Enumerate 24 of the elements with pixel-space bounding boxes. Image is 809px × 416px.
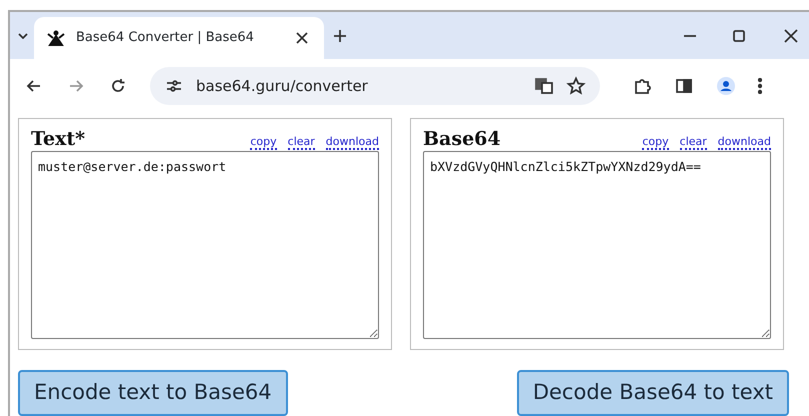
url-text: base64.guru/converter [196, 76, 368, 97]
panel-title: Base64 [423, 127, 501, 152]
panel-title: Text* [31, 127, 86, 152]
convert-button[interactable]: Decode Base64 to text [516, 370, 789, 416]
address-bar[interactable]: base64.guru/converter [150, 67, 600, 106]
convert-button[interactable]: Encode text to Base64 [18, 370, 288, 416]
minimize-icon [683, 34, 697, 37]
menu-button[interactable] [758, 78, 762, 94]
tab-title: Base64 Converter | Base64 [76, 29, 254, 48]
puzzle-icon [632, 76, 652, 96]
extensions-button[interactable] [632, 76, 652, 96]
bookmark-button[interactable] [566, 76, 586, 96]
tab-search-button[interactable] [18, 32, 28, 39]
kebab-menu-icon [758, 78, 762, 94]
profile-button[interactable] [716, 76, 736, 96]
person-icon [716, 76, 736, 96]
star-icon [566, 76, 586, 96]
text-area[interactable]: muster@server.de:passwort [31, 151, 379, 339]
translate-icon [534, 76, 554, 96]
chevron-down-icon [18, 32, 28, 39]
browser-tab[interactable]: Base64 Converter | Base64 [34, 17, 324, 60]
text-area[interactable]: bXVzdGVyQHNlcnZlci5kZTpwYXNzd29ydA== [423, 151, 771, 339]
figure-icon [46, 28, 66, 48]
translate-button[interactable] [534, 76, 554, 96]
